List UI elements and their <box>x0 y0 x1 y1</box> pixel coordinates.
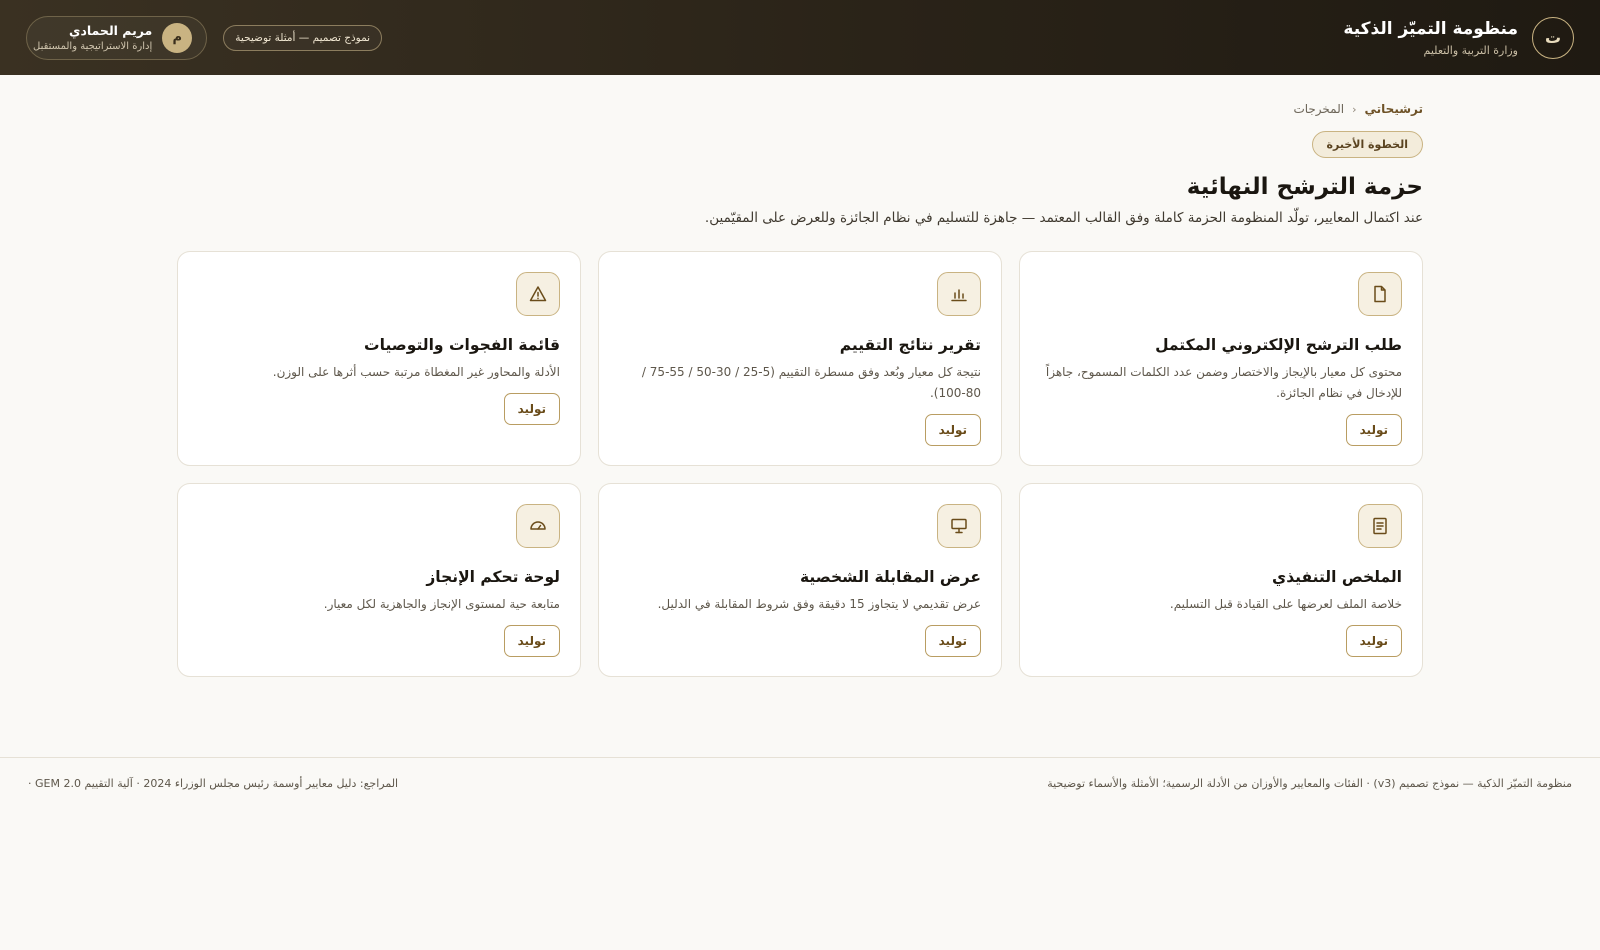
app-subtitle: وزارة التربية والتعليم <box>1423 44 1518 57</box>
warning-icon <box>516 272 560 316</box>
card-title: قائمة الفجوات والتوصيات <box>364 336 560 354</box>
output-card: تقرير نتائج التقييم نتيجة كل معيار وبُعد… <box>598 251 1002 466</box>
output-card: قائمة الفجوات والتوصيات الأدلة والمحاور … <box>177 251 581 466</box>
header-actions: نموذج تصميم — أمثلة توضيحية م مريم الحما… <box>26 15 383 60</box>
main-content: ترشيحاتي ‹ المخرجات الخطوة الأخيرة حزمة … <box>177 75 1423 677</box>
footer-note: منظومة التميّز الذكية — نموذج تصميم (v3)… <box>1047 777 1572 790</box>
generate-button[interactable]: توليد <box>1345 414 1402 446</box>
footer: منظومة التميّز الذكية — نموذج تصميم (v3)… <box>0 757 1600 790</box>
generate-button[interactable]: توليد <box>503 625 560 657</box>
generate-button[interactable]: توليد <box>503 393 560 425</box>
breadcrumb: ترشيحاتي ‹ المخرجات <box>177 102 1423 116</box>
card-description: نتيجة كل معيار وبُعد وفق مسطرة التقييم (… <box>641 365 981 400</box>
generate-button[interactable]: توليد <box>924 414 981 446</box>
gauge-icon <box>516 504 560 548</box>
card-title: عرض المقابلة الشخصية <box>800 568 981 586</box>
card-title: الملخص التنفيذي <box>1272 568 1402 586</box>
generate-button[interactable]: توليد <box>1345 625 1402 657</box>
card-description: خلاصة الملف لعرضها على القيادة قبل التسل… <box>1169 597 1402 611</box>
brand-text: منظومة التميّز الذكية وزارة التربية والت… <box>1343 18 1518 57</box>
output-card: عرض المقابلة الشخصية عرض تقديمي لا يتجاو… <box>598 483 1002 677</box>
card-description: عرض تقديمي لا يتجاوز 15 دقيقة وفق شروط ا… <box>657 597 981 611</box>
card-description: متابعة حية لمستوى الإنجاز والجاهزية لكل … <box>323 597 560 611</box>
card-title: طلب الترشح الإلكتروني المكتمل <box>1155 336 1402 354</box>
breadcrumb-separator: ‹ <box>1352 102 1357 116</box>
user-menu[interactable]: م مريم الحمادي إدارة الاستراتيجية والمست… <box>26 15 208 60</box>
step-badge: الخطوة الأخيرة <box>1311 131 1423 158</box>
page-description: عند اكتمال المعايير، تولّد المنظومة الحز… <box>704 210 1423 226</box>
output-card: طلب الترشح الإلكتروني المكتمل محتوى كل م… <box>1019 251 1423 466</box>
brand[interactable]: ت منظومة التميّز الذكية وزارة التربية وا… <box>1343 16 1574 59</box>
output-card: الملخص التنفيذي خلاصة الملف لعرضها على ا… <box>1019 483 1423 677</box>
generate-button[interactable]: توليد <box>924 625 981 657</box>
card-description: الأدلة والمحاور غير المغطاة مرتبة حسب أث… <box>272 365 560 379</box>
brand-logo: ت <box>1532 16 1574 59</box>
presentation-icon <box>937 504 981 548</box>
demo-badge: نموذج تصميم — أمثلة توضيحية <box>223 24 383 51</box>
card-title: لوحة تحكم الإنجاز <box>426 568 560 586</box>
user-name: مريم الحمادي <box>68 23 153 38</box>
output-cards-grid: طلب الترشح الإلكتروني المكتمل محتوى كل م… <box>177 251 1423 677</box>
page-title: حزمة الترشح النهائية <box>1186 174 1423 200</box>
user-role: إدارة الاستراتيجية والمستقبل <box>33 41 153 52</box>
card-description: محتوى كل معيار بالإيجاز والاختصار وضمن ع… <box>1045 365 1402 400</box>
top-bar: ت منظومة التميّز الذكية وزارة التربية وا… <box>0 0 1600 75</box>
card-title: تقرير نتائج التقييم <box>839 336 981 354</box>
avatar: م <box>162 22 193 53</box>
user-info: مريم الحمادي إدارة الاستراتيجية والمستقب… <box>33 23 152 52</box>
breadcrumb-current: المخرجات <box>1293 102 1345 116</box>
breadcrumb-home-link[interactable]: ترشيحاتي <box>1365 102 1423 116</box>
bar-chart-icon <box>937 272 981 316</box>
output-card: لوحة تحكم الإنجاز متابعة حية لمستوى الإن… <box>177 483 581 677</box>
document-icon <box>1358 272 1402 316</box>
app-title: منظومة التميّز الذكية <box>1343 19 1518 39</box>
footer-references: المراجع: دليل معايير أوسمة رئيس مجلس الو… <box>28 777 399 790</box>
summary-icon <box>1358 504 1402 548</box>
